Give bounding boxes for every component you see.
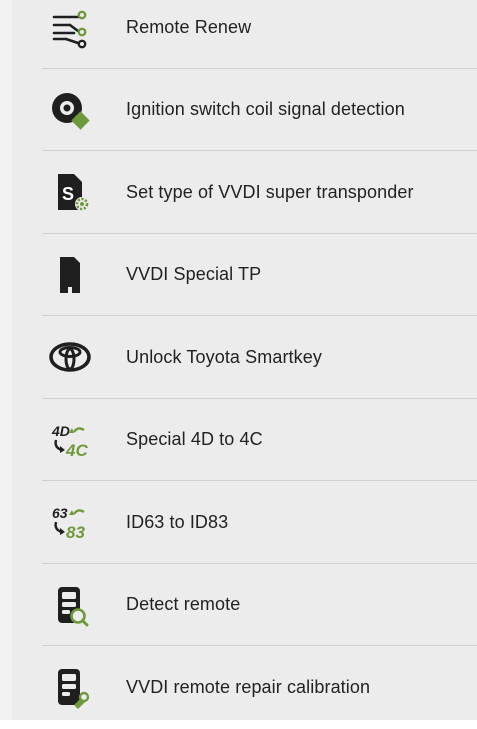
menu-item-label: Unlock Toyota Smartkey <box>126 346 322 367</box>
circuit-icon <box>48 5 92 49</box>
id63-to-id83-icon: 63 83 <box>48 500 92 544</box>
menu-item-label: Special 4D to 4C <box>126 429 263 450</box>
remote-detect-icon <box>48 583 92 627</box>
4d-to-4c-icon: 4D 4C <box>48 418 92 462</box>
menu-item-label: Remote Renew <box>126 16 252 37</box>
function-list-panel: Remote Renew Ignition switch coil signal… <box>12 0 477 720</box>
menu-item-label: ID63 to ID83 <box>126 511 229 532</box>
menu-item-id63-to-id83[interactable]: 63 83 ID63 to ID83 <box>12 481 477 564</box>
menu-item-detect-remote[interactable]: Detect remote <box>12 564 477 647</box>
icon-top-text: 63 <box>52 505 68 521</box>
menu-item-remote-renew[interactable]: Remote Renew <box>12 0 477 69</box>
transponder-settings-icon: S <box>48 170 92 214</box>
menu-item-unlock-toyota-smartkey[interactable]: Unlock Toyota Smartkey <box>12 316 477 399</box>
menu-item-label: Set type of VVDI super transponder <box>126 181 414 202</box>
menu-item-label: VVDI Special TP <box>126 264 262 285</box>
menu-item-vvdi-special-tp[interactable]: VVDI Special TP <box>12 234 477 317</box>
menu-item-ignition-coil-detection[interactable]: Ignition switch coil signal detection <box>12 69 477 152</box>
menu-item-special-4d-to-4c[interactable]: 4D 4C Special 4D to 4C <box>12 399 477 482</box>
menu-item-set-super-transponder[interactable]: S Set type of VVDI super transponder <box>12 151 477 234</box>
function-menu: Remote Renew Ignition switch coil signal… <box>12 0 477 729</box>
left-margin-strip <box>0 0 12 720</box>
menu-item-remote-repair-calibration[interactable]: VVDI remote repair calibration <box>12 646 477 729</box>
svg-text:S: S <box>62 184 74 204</box>
menu-item-label: Detect remote <box>126 594 241 615</box>
icon-bottom-text: 83 <box>66 523 85 542</box>
toyota-logo-icon <box>48 335 92 379</box>
special-tp-icon <box>48 253 92 297</box>
icon-top-text: 4D <box>51 423 70 439</box>
remote-repair-icon <box>48 665 92 710</box>
menu-item-label: VVDI remote repair calibration <box>126 676 371 697</box>
menu-item-label: Ignition switch coil signal detection <box>126 99 405 120</box>
icon-bottom-text: 4C <box>65 441 88 460</box>
coil-detect-icon <box>48 88 92 132</box>
